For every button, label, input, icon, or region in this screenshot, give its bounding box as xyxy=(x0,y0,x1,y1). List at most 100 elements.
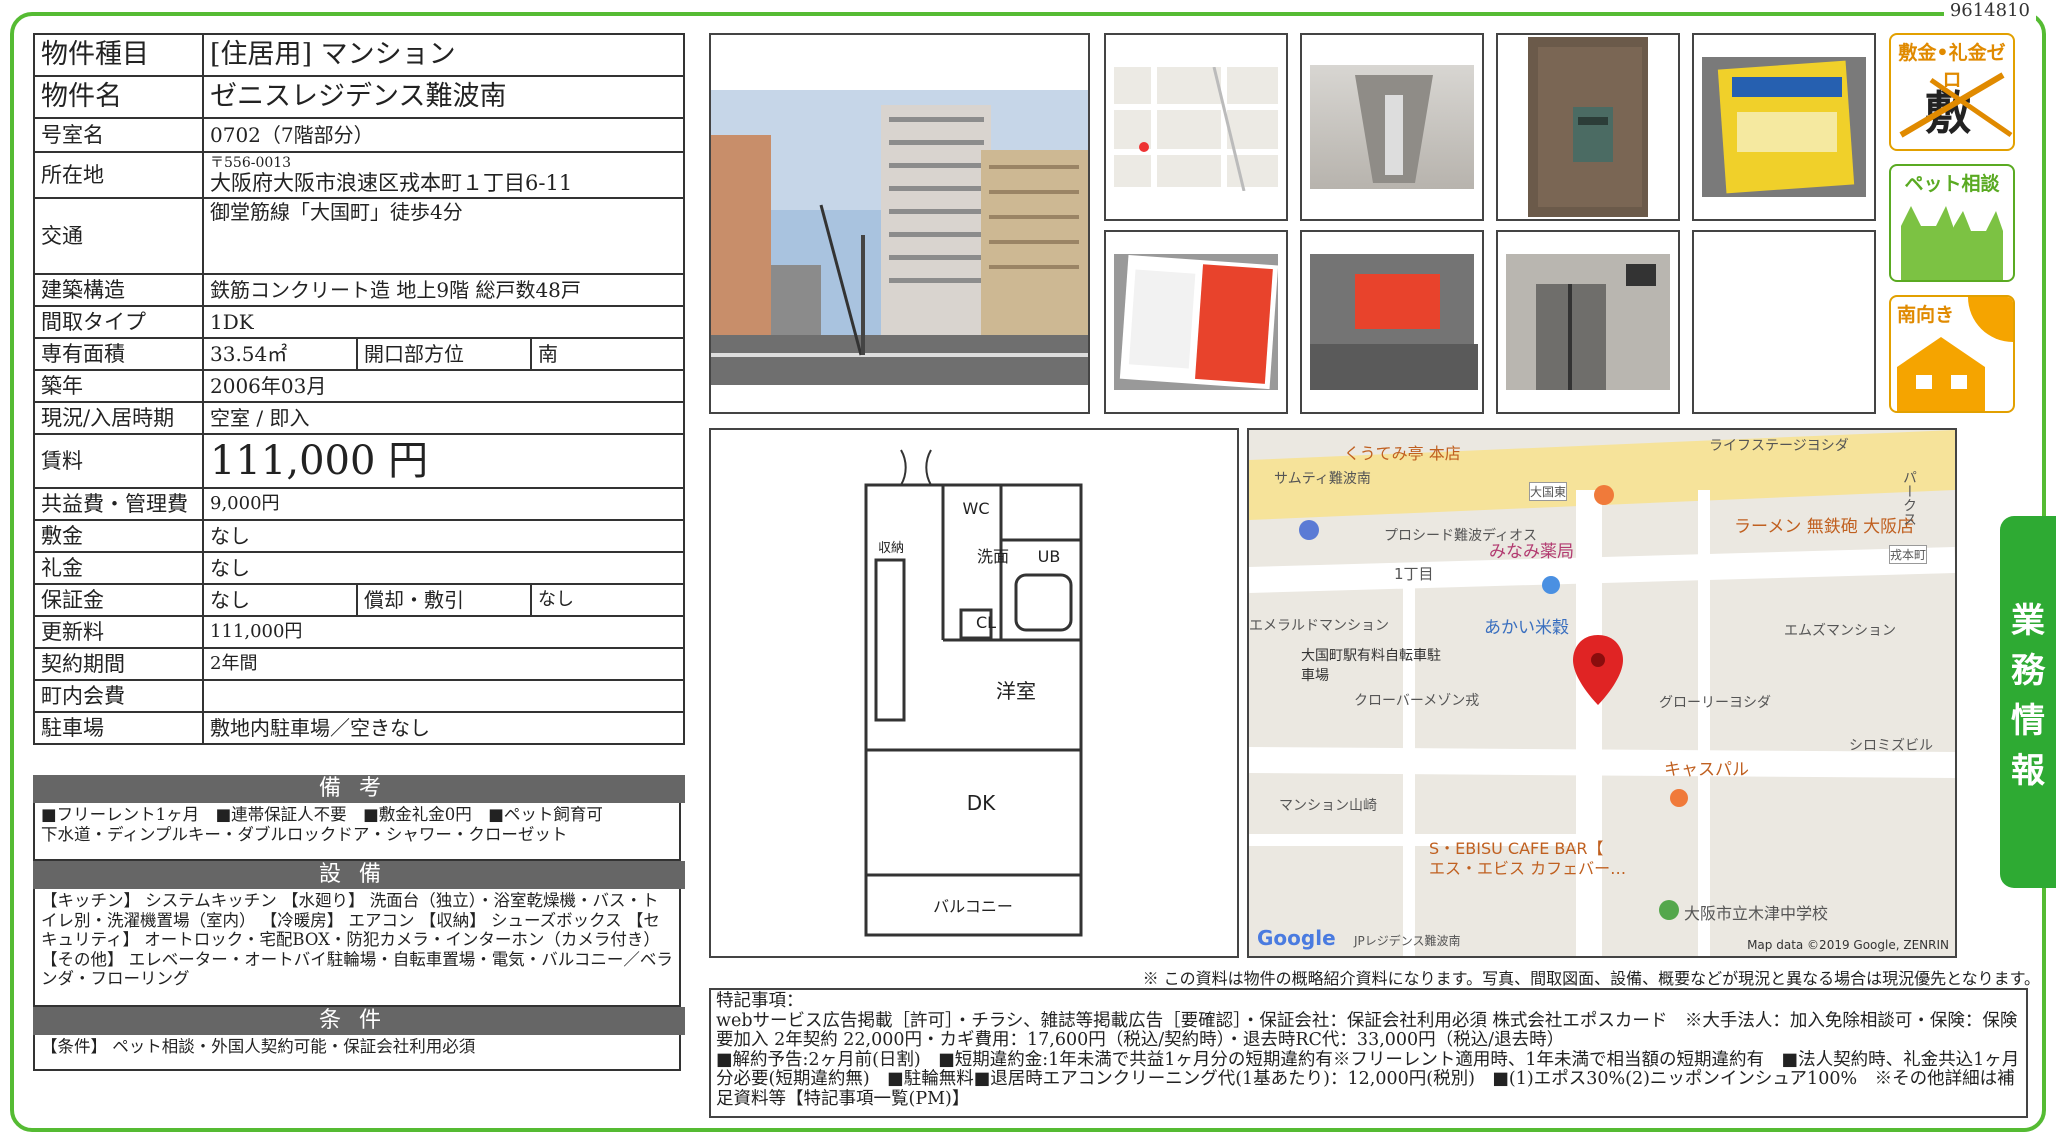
location-map: くうてみ亭 本店 サムティ難波南 大国東 ライフステージヨシダ ラーメン 無鉄砲… xyxy=(1247,428,1957,958)
map-label-daikokuhigashi: 大国東 xyxy=(1529,482,1568,501)
badge-pet-label: ペット相談 xyxy=(1904,173,2000,195)
transport-label: 交通 xyxy=(33,197,204,276)
map-label-shiromizu: シロミズビル xyxy=(1849,738,1933,754)
plan-storage-label: 収納 xyxy=(878,541,904,556)
document-id: 9614810 xyxy=(1943,0,2036,21)
map-label-ramen: ラーメン 無鉄砲 大阪店 xyxy=(1734,517,1915,537)
floor-plan: 洗面 UB CL 洋室 DK バルコニー 収納 WC xyxy=(709,428,1239,958)
exterior-photo xyxy=(709,33,1090,414)
map-label-kuutemi: くうてみ亭 本店 xyxy=(1344,444,1461,463)
map-label-emerald: エメラルドマンション xyxy=(1249,618,1389,634)
guarantee-value: なし xyxy=(202,583,358,618)
special-notes-line1: webサービス広告掲載［許可］・チラシ、雑誌等掲載広告［要確認］・保証会社：保証… xyxy=(716,1010,2018,1050)
status-label: 現況/入居時期 xyxy=(33,401,204,436)
business-info-label: 業務情報 xyxy=(2011,601,2045,791)
postal-code: 〒556-0013 xyxy=(210,155,292,171)
map-copyright: Map data ©2019 Google, ZENRIN xyxy=(1747,938,1949,952)
plan-ub-label: UB xyxy=(1038,547,1061,566)
room-value: 0702（7階部分） xyxy=(202,117,685,153)
plan-wash-label: 洗面 xyxy=(977,547,1009,566)
type-label: 物件種目 xyxy=(33,33,204,77)
name-label: 物件名 xyxy=(33,75,204,119)
thumb-elevator xyxy=(1496,230,1680,414)
deposit-value: なし xyxy=(202,519,685,554)
plan-balcony-label: バルコニー xyxy=(933,897,1013,916)
keymoney-label: 礼金 xyxy=(33,551,204,586)
guarantee-label: 保証金 xyxy=(33,583,204,618)
built-value: 2006年03月 xyxy=(202,369,685,404)
type-value: [住居用] マンション xyxy=(202,33,685,77)
plan-dk-label: DK xyxy=(967,791,996,815)
map-label-jp-residence: JPレジデンス難波南 xyxy=(1354,934,1461,948)
layout-value: 1DK xyxy=(202,305,685,340)
thumb-cable-sign xyxy=(1104,230,1288,414)
map-label-clover: クローバーメゾン戎 xyxy=(1354,693,1480,709)
map-label-samty: サムティ難波南 xyxy=(1274,471,1371,487)
thumb-poster xyxy=(1692,33,1876,221)
status-value: 空室 / 即入 xyxy=(202,401,685,436)
disclaimer: ※ この資料は物件の概略紹介資料になります。写真、間取図面、設備、概要などが現況… xyxy=(1142,969,2040,988)
thumb-cable-sign-2 xyxy=(1300,230,1484,414)
map-label-kizu-school: 大阪市立木津中学校 xyxy=(1684,904,1829,923)
property-table: 物件種目 [住居用] マンション 物件名 ゼニスレジデンス難波南 号室名 0702（7… xyxy=(33,33,685,746)
fee-value: 9,000円 xyxy=(202,487,685,522)
badge-south: 南向き xyxy=(1889,295,2015,413)
plan-room-label: 洋室 xyxy=(996,679,1036,703)
special-notes-line2: ■解約予告:2ヶ月前(日割) ■短期違約金:1年未満で共益1ヶ月分の短期違約有※… xyxy=(716,1049,2020,1109)
map-label-parks: パークス xyxy=(1901,470,1917,526)
thumb-empty xyxy=(1692,230,1876,414)
contract-label: 契約期間 xyxy=(33,647,204,682)
map-label-ebisu-cafe-kana: エス・エビス カフェバー… xyxy=(1429,859,1627,878)
map-label-akai: あかい米穀 xyxy=(1484,618,1569,638)
layout-label: 間取タイプ xyxy=(33,305,204,340)
address-label: 所在地 xyxy=(33,150,204,200)
renewal-value: 111,000円 xyxy=(202,615,685,650)
house-icon xyxy=(1897,297,2013,411)
conditions-body: 【条件】 ペット相談・外国人契約可能・保証会社利用必須 xyxy=(33,1035,681,1071)
structure-value: 鉄筋コンクリート造 地上9階 総戸数48戸 xyxy=(202,273,685,308)
renewal-label: 更新料 xyxy=(33,615,204,650)
equipment-header: 設備 xyxy=(33,861,685,889)
contract-value: 2年間 xyxy=(202,647,685,682)
badge-zero-deposit: 敷金•礼金ゼロ 敷 礼 xyxy=(1889,33,2015,151)
map-label-bicycle-parking: 大国町駅有料自転車駐車場 xyxy=(1301,648,1441,684)
special-notes-title: 特記事項： xyxy=(716,991,804,1011)
badge-pet: ペット相談 xyxy=(1889,164,2015,282)
map-label-glory: グローリーヨシダ xyxy=(1659,695,1771,711)
transport-value: 御堂筋線「大国町」徒歩4分 xyxy=(202,197,685,276)
rent-label: 賃料 xyxy=(33,433,204,490)
parking-label: 駐車場 xyxy=(33,711,204,746)
name-value: ゼニスレジデンス難波南 xyxy=(202,75,685,119)
fee-label: 共益費・管理費 xyxy=(33,487,204,522)
remarks-body: ■フリーレント1ヶ月 ■連帯保証人不要 ■敷金礼金0円 ■ペット飼育可 下水道・… xyxy=(33,803,681,861)
map-label-ebisumoto: 戎本町 xyxy=(1889,545,1928,564)
area-label: 専有面積 xyxy=(33,337,204,372)
conditions-header: 条件 xyxy=(33,1007,685,1035)
thumb-map-small xyxy=(1104,33,1288,221)
area-value: 33.54㎡ xyxy=(202,337,358,372)
pet-icon xyxy=(1901,206,2003,280)
rent-value: 111,000 円 xyxy=(202,433,685,490)
google-logo: Google xyxy=(1257,926,1336,950)
plan-wc-label: WC xyxy=(963,499,990,518)
parking-value: 敷地内駐車場／空きなし xyxy=(202,711,685,746)
map-label-ems: エムズマンション xyxy=(1784,623,1896,639)
map-label-yamazaki: マンション山崎 xyxy=(1279,798,1377,814)
thumb-mailbox xyxy=(1496,33,1680,221)
direction-label: 開口部方位 xyxy=(356,337,532,372)
business-info-tab[interactable]: 業務情報 xyxy=(2000,516,2056,888)
address-value: 大阪府大阪市浪速区戎本町１丁目6-11 xyxy=(210,171,573,196)
built-label: 築年 xyxy=(33,369,204,404)
map-label-minami-pharmacy: みなみ薬局 xyxy=(1489,542,1574,562)
plan-cl-label: CL xyxy=(976,613,996,632)
keymoney-value: なし xyxy=(202,551,685,586)
map-label-lifestage: ライフステージヨシダ xyxy=(1709,438,1849,454)
amort-value: なし xyxy=(530,583,685,618)
remarks-header: 備考 xyxy=(33,775,685,803)
special-notes: 特記事項： webサービス広告掲載［許可］・チラシ、雑誌等掲載広告［要確認］・保… xyxy=(709,988,2028,1118)
direction-value: 南 xyxy=(530,337,685,372)
amort-label: 償却・敷引 xyxy=(356,583,532,618)
map-label-caspal: キャスパル xyxy=(1664,760,1749,780)
town-value xyxy=(202,679,685,714)
town-label: 町内会費 xyxy=(33,679,204,714)
